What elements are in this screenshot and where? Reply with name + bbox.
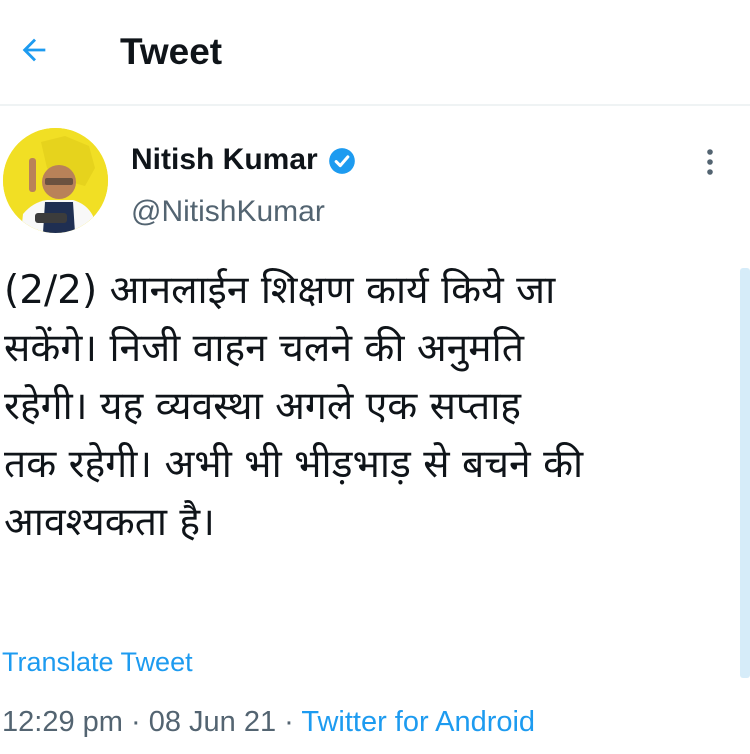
tweet-text: (2/2) आनलाईन शिक्षण कार्य किये जा सकेंगे… <box>4 268 584 545</box>
more-options-button[interactable] <box>694 140 726 188</box>
top-bar: Tweet <box>0 0 750 106</box>
author-name[interactable]: Nitish Kumar <box>131 140 356 180</box>
author-name-label: Nitish Kumar <box>131 143 318 176</box>
tweet-time[interactable]: 12:29 pm <box>2 706 123 738</box>
verified-badge-icon <box>328 146 356 174</box>
back-button[interactable] <box>10 28 58 76</box>
arrow-left-icon <box>17 33 51 72</box>
tweet-date[interactable]: 08 Jun 21 <box>149 706 276 738</box>
translate-tweet-link[interactable]: Translate Tweet <box>2 644 193 680</box>
tweet-source-link[interactable]: Twitter for Android <box>301 706 535 738</box>
avatar[interactable] <box>3 128 108 233</box>
tweet-metadata: 12:29 pm · 08 Jun 21 · Twitter for Andro… <box>2 702 535 742</box>
page-title: Tweet <box>120 31 223 72</box>
author-handle[interactable]: @NitishKumar <box>131 192 325 232</box>
meta-separator: · <box>276 706 302 738</box>
scrollbar[interactable] <box>740 268 750 678</box>
meta-separator: · <box>122 706 149 738</box>
more-vertical-icon <box>705 147 715 182</box>
